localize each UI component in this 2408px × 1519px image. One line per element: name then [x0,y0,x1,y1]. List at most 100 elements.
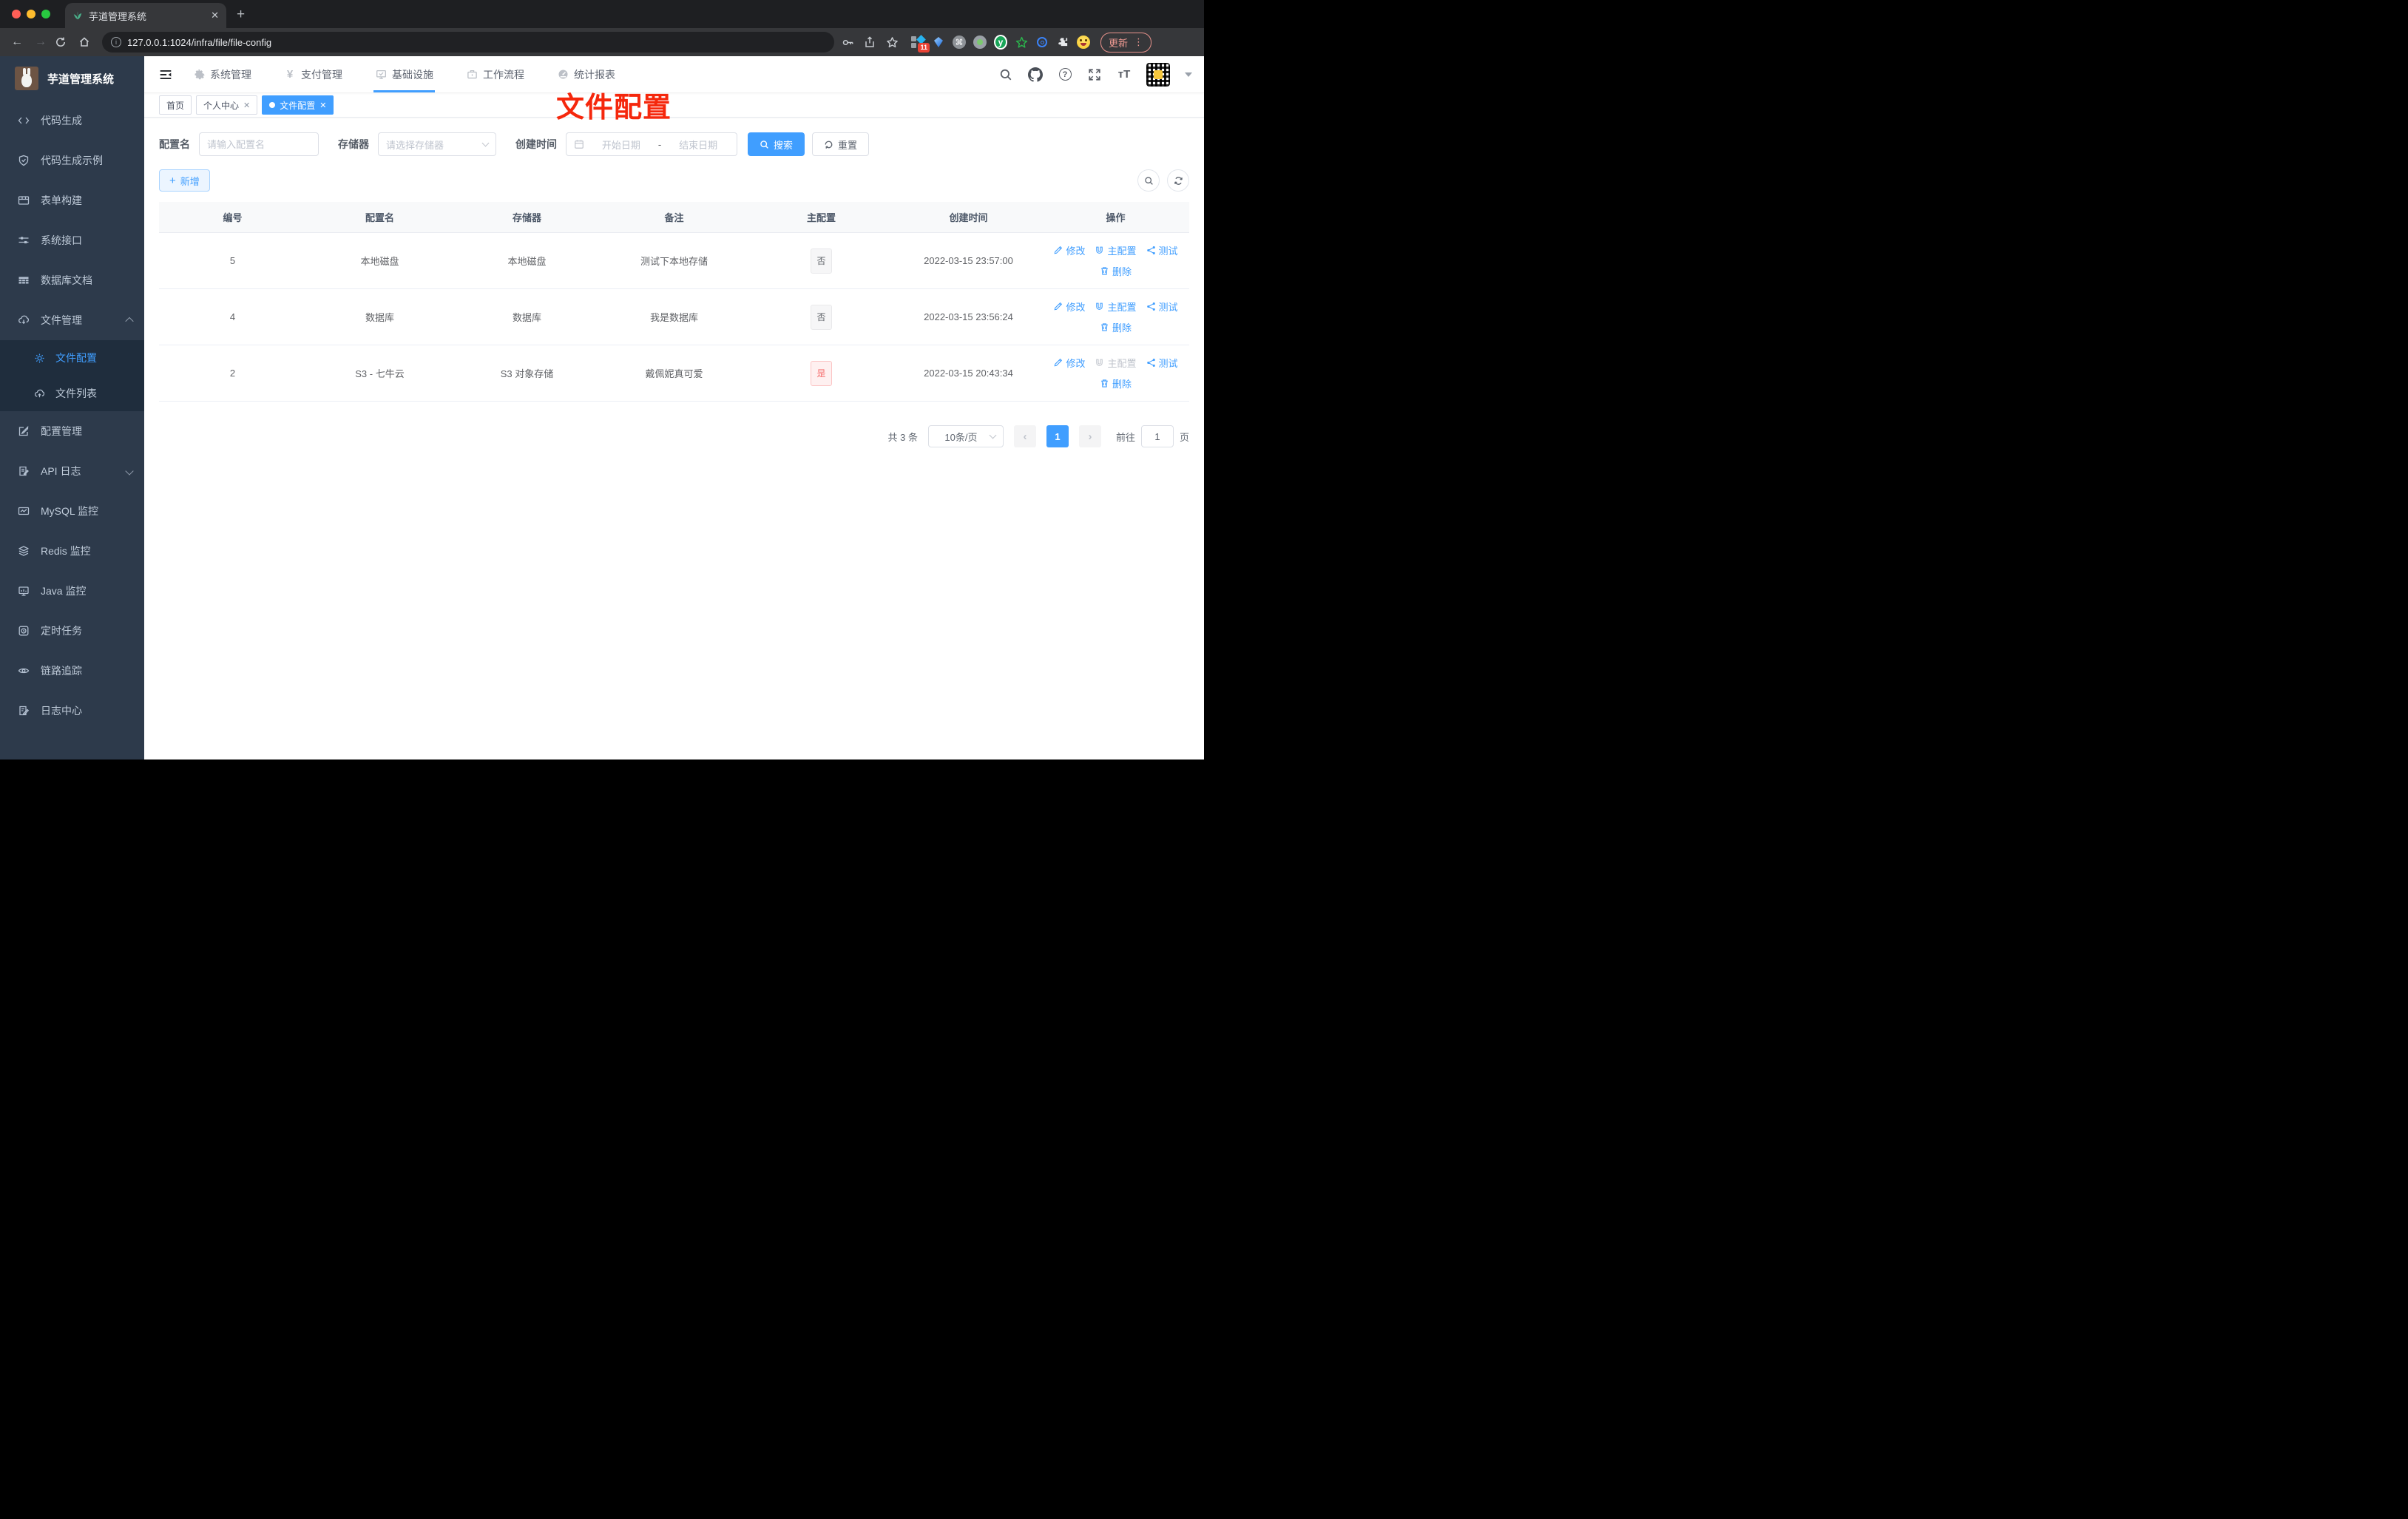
close-window-button[interactable] [12,10,21,18]
nav-label: 统计报表 [574,68,615,81]
password-key-icon[interactable] [839,36,856,49]
pencil-icon [1053,246,1063,255]
delete-action[interactable]: 删除 [1100,264,1132,278]
new-tab-button[interactable]: + [237,7,245,23]
font-size-icon[interactable]: тT [1117,67,1132,82]
search-icon[interactable] [998,67,1013,82]
app-logo[interactable]: 芋道管理系统 [0,56,144,101]
sidebar-item-file-mgmt[interactable]: 文件管理 [0,300,144,340]
cell-storage: 本地磁盘 [507,256,547,267]
reload-icon[interactable] [55,36,74,48]
target-extension-icon[interactable] [1035,35,1049,49]
sidebar-item-api-log[interactable]: API 日志 [0,451,144,491]
forward-icon[interactable]: → [31,35,50,49]
master-action[interactable]: 主配置 [1095,300,1137,314]
site-info-icon[interactable]: i [111,37,121,47]
sidebar-item-java-monitor[interactable]: Java 监控 [0,571,144,611]
sidebar-item-file-config[interactable]: 文件配置 [0,340,144,376]
edit-action[interactable]: 修改 [1053,356,1085,370]
nav-item-workflow[interactable]: 工作流程 [466,56,524,92]
tag-file-config[interactable]: 文件配置 ✕ [262,95,334,115]
refresh-button[interactable] [1167,169,1189,192]
nav-item-system[interactable]: 系统管理 [193,56,251,92]
test-action[interactable]: 测试 [1146,356,1178,370]
avatar[interactable] [1146,62,1170,87]
show-search-button[interactable] [1137,169,1160,192]
github-icon[interactable] [1028,67,1043,82]
sidebar-item-file-list[interactable]: 文件列表 [0,376,144,411]
bookmark-star-icon[interactable] [883,36,901,49]
edit-action[interactable]: 修改 [1053,300,1085,314]
date-range-picker[interactable]: 开始日期 - 结束日期 [566,132,737,156]
sidebar-item-form-builder[interactable]: 表单构建 [0,180,144,220]
sidebar-item-cron-job[interactable]: 定时任务 [0,611,144,651]
browser-tab[interactable]: 芋道管理系统 ✕ [65,3,226,28]
test-action[interactable]: 测试 [1146,243,1178,257]
sidebar-item-tracing[interactable]: 链路追踪 [0,651,144,691]
browser-menu-icon[interactable]: ⋮ [1134,36,1143,48]
close-icon[interactable]: ✕ [319,101,326,110]
sidebar-item-label: MySQL 监控 [41,505,99,517]
trash-icon [1100,266,1109,276]
fullscreen-icon[interactable] [1087,67,1102,82]
url-text: 127.0.0.1:1024/infra/file/file-config [127,36,272,48]
tag-home[interactable]: 首页 [159,95,192,115]
gem-extension-icon[interactable] [932,35,945,49]
user-menu-caret-icon[interactable] [1185,72,1192,77]
app-header: 系统管理 ¥ 支付管理 基础设施 工作流程 统计报表 ? тT [144,56,1204,93]
delete-action[interactable]: 删除 [1100,320,1132,334]
nav-item-payment[interactable]: ¥ 支付管理 [284,56,342,92]
star-extension-icon[interactable] [1015,35,1028,49]
emoji-extension-icon[interactable] [1077,35,1090,49]
extension-grid-icon[interactable]: 11 [911,35,930,53]
goto-page-input[interactable] [1140,425,1174,447]
macos-traffic-lights[interactable] [12,10,50,18]
search-button[interactable]: 搜索 [748,132,805,156]
next-page-button[interactable]: › [1078,425,1101,447]
page-size-select[interactable]: 10条/页 [927,425,1004,447]
back-icon[interactable]: ← [7,35,27,49]
home-icon[interactable] [78,36,98,48]
sidebar-item-config-mgmt[interactable]: 配置管理 [0,411,144,451]
sidebar-item-system-api[interactable]: 系统接口 [0,220,144,260]
sidebar-item-label: 表单构建 [41,194,82,206]
current-page-button[interactable]: 1 [1046,425,1069,447]
delete-action[interactable]: 删除 [1100,376,1132,390]
master-label: 主配置 [1107,302,1137,313]
reset-button[interactable]: 重置 [812,132,870,156]
sidebar-item-db-doc[interactable]: 数据库文档 [0,260,144,300]
y-extension-icon[interactable]: y [994,35,1007,50]
add-button[interactable]: + 新增 [159,169,210,192]
nav-item-reports[interactable]: 统计报表 [557,56,615,92]
cell-name: S3 - 七牛云 [355,368,405,379]
master-action[interactable]: 主配置 [1095,243,1137,257]
share-icon[interactable] [861,36,879,48]
zoom-window-button[interactable] [41,10,50,18]
puzzle-extensions-icon[interactable] [1056,35,1069,49]
nav-item-infra[interactable]: 基础设施 [373,56,435,92]
help-icon[interactable]: ? [1058,67,1072,82]
test-action[interactable]: 测试 [1146,300,1178,314]
test-label: 测试 [1158,358,1178,369]
collapse-sidebar-icon[interactable] [159,68,172,81]
browser-update-button[interactable]: 更新 ⋮ [1100,32,1152,53]
tab-close-icon[interactable]: ✕ [211,10,219,21]
sidebar-item-mysql-monitor[interactable]: MySQL 监控 [0,491,144,531]
edit-action[interactable]: 修改 [1053,243,1085,257]
minimize-window-button[interactable] [27,10,35,18]
sidebar-item-label: 数据库文档 [41,274,92,286]
tag-profile[interactable]: 个人中心 ✕ [196,95,258,115]
master-tag: 是 [811,360,832,386]
sidebar-item-redis-monitor[interactable]: Redis 监控 [0,531,144,571]
prev-page-button[interactable]: ‹ [1013,425,1036,447]
command-extension-icon[interactable]: ⌘ [953,35,966,49]
config-name-input[interactable] [199,132,319,156]
recorder-extension-icon[interactable] [973,35,987,49]
sidebar-item-code-gen[interactable]: 代码生成 [0,101,144,141]
storage-select[interactable]: 请选择存储器 [378,132,496,156]
sidebar-item-log-center[interactable]: 日志中心 [0,691,144,731]
master-action-disabled: 主配置 [1095,356,1137,370]
url-bar[interactable]: i 127.0.0.1:1024/infra/file/file-config [102,32,834,53]
sidebar-item-code-demo[interactable]: 代码生成示例 [0,141,144,180]
close-icon[interactable]: ✕ [243,101,250,110]
